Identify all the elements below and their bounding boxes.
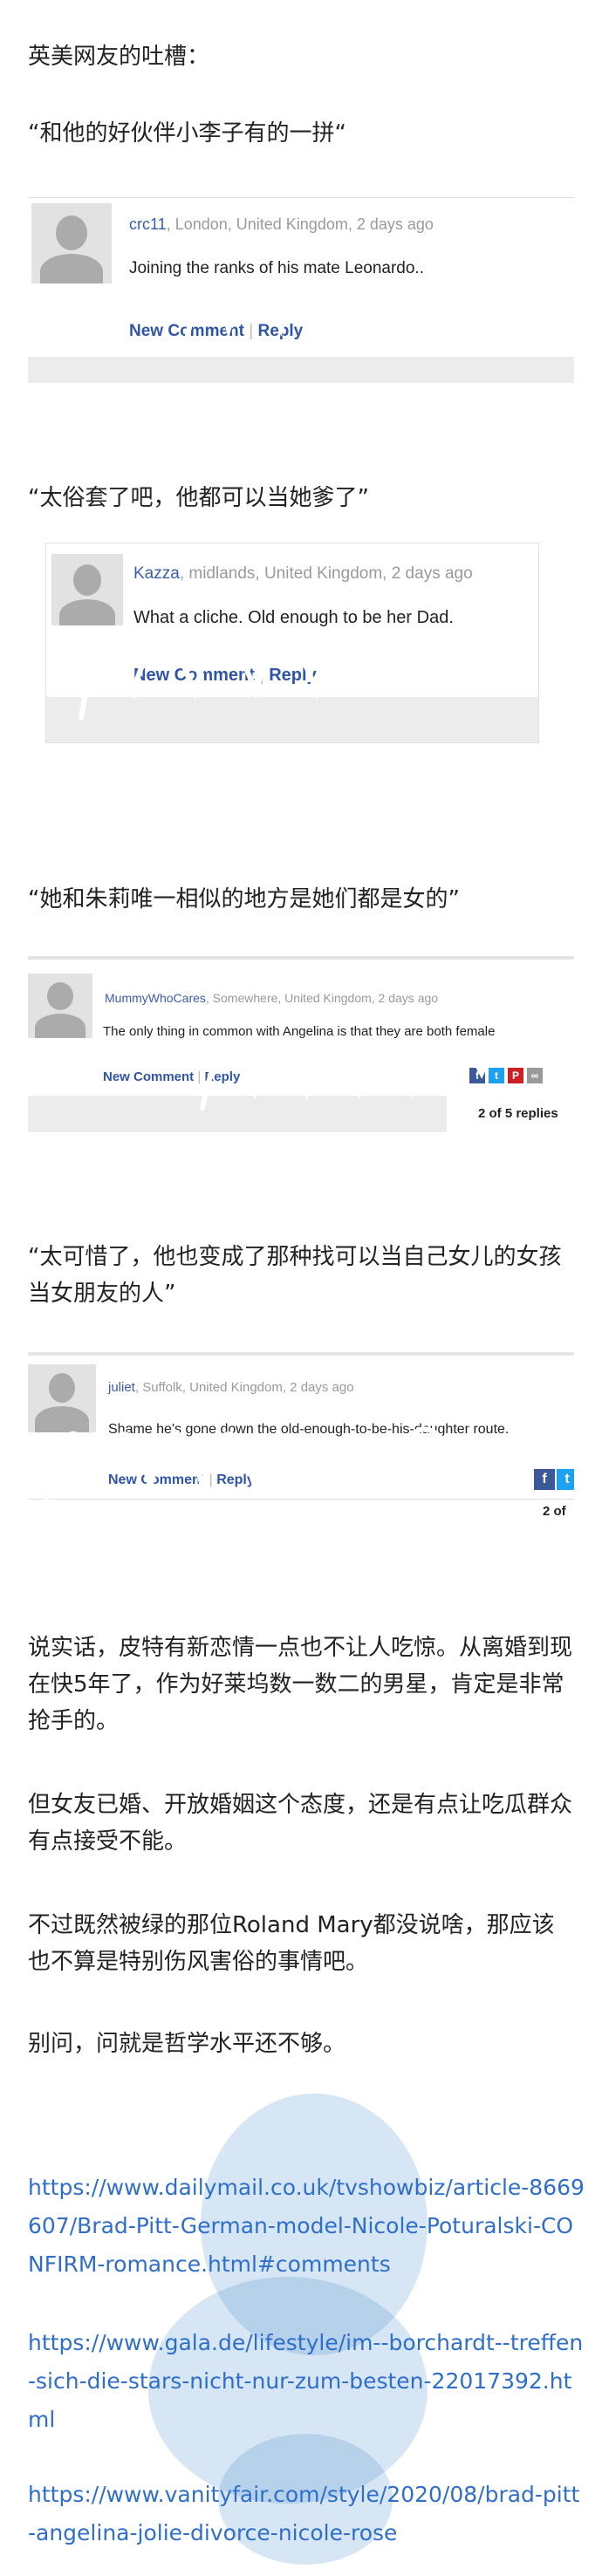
comment-actions: New Comment | Reply — [103, 1069, 241, 1084]
comment-location-time: , Suffolk, United Kingdom, 2 days ago — [134, 1380, 354, 1395]
comment-meta: crc11, London, United Kingdom, 2 days ag… — [129, 215, 434, 234]
source-link-2[interactable]: https://www.gala.de/lifestyle/im--borcha… — [28, 2324, 586, 2439]
facebook-icon[interactable]: f — [534, 1469, 555, 1490]
paragraph-3: 不过既然被绿的那位Roland Mary都没说啥，那应该也不算是特别伤风害俗的事… — [28, 1912, 555, 1975]
comment-location-time: , London, United Kingdom, 2 days ago — [166, 215, 434, 233]
pinterest-icon[interactable]: P — [508, 1068, 523, 1083]
comment-actions: New Comment | Reply — [129, 322, 304, 340]
paragraph-2: 但女友已婚、开放婚姻这个态度，还是有点让吃瓜群众有点接受不能。 — [28, 1792, 573, 1855]
reply-link[interactable]: Reply — [269, 666, 316, 685]
new-comment-link[interactable]: New Comment — [133, 666, 255, 685]
paragraph-4: 别问，问就是哲学水平还不够。 — [28, 2031, 346, 2057]
intro-text: 英美网友的吐槽： — [28, 44, 210, 70]
twitter-icon[interactable]: t — [557, 1469, 574, 1490]
new-comment-link[interactable]: New Comment — [108, 1472, 205, 1487]
comment-text: Shame he's gone down the old-enough-to-b… — [108, 1422, 510, 1437]
quote-3: “她和朱莉唯一相似的地方是她们都是女的” — [28, 886, 460, 912]
source-link-1[interactable]: https://www.dailymail.co.uk/tvshowbiz/ar… — [28, 2169, 586, 2284]
reply-link[interactable]: Reply — [204, 1069, 240, 1084]
user-avatar-icon — [31, 203, 112, 284]
comment-username[interactable]: crc11 — [129, 215, 167, 233]
source-link-3[interactable]: https://www.vanityfair.com/style/2020/08… — [28, 2476, 586, 2552]
user-avatar-icon — [51, 554, 123, 625]
new-comment-link[interactable]: New Comment — [103, 1069, 194, 1084]
facebook-icon[interactable]: f — [469, 1068, 485, 1083]
quote-4: “太可惜了，他也变成了那种找可以当自己女儿的女孩当女朋友的人” — [28, 1244, 562, 1307]
new-comment-link[interactable]: New Comment — [129, 322, 244, 340]
comment-actions: New Comment | Reply — [108, 1472, 255, 1487]
paragraph-1: 说实话，皮特有新恋情一点也不让人吃惊。从离婚到现在快5年了，作为好莱坞数一数二的… — [28, 1635, 573, 1734]
comment-screenshot-2: Kazza, midlands, United Kingdom, 2 days … — [45, 543, 539, 743]
comment-meta: juliet, Suffolk, United Kingdom, 2 days … — [108, 1380, 354, 1395]
comment-location-time: , midlands, United Kingdom, 2 days ago — [179, 564, 473, 583]
replies-count[interactable]: 2 of — [543, 1504, 566, 1519]
link-icon[interactable]: ∞ — [527, 1068, 543, 1083]
comment-text: The only thing in common with Angelina i… — [103, 1024, 496, 1039]
replies-count[interactable]: 2 of 5 replies — [478, 1106, 558, 1121]
comment-screenshot-4: juliet, Suffolk, United Kingdom, 2 days … — [28, 1352, 574, 1523]
reply-link[interactable]: Reply — [216, 1472, 255, 1487]
comment-actions: New Comment | Reply — [133, 666, 317, 685]
user-avatar-icon — [28, 974, 92, 1038]
comment-username[interactable]: MummyWhoCares — [105, 991, 206, 1005]
comment-username[interactable]: juliet — [108, 1380, 135, 1395]
user-avatar-icon — [28, 1364, 96, 1432]
comment-text: What a cliche. Old enough to be her Dad. — [133, 608, 454, 627]
comment-meta: Kazza, midlands, United Kingdom, 2 days … — [133, 564, 473, 584]
quote-2: “太俗套了吧，他都可以当她爹了” — [28, 485, 369, 511]
comment-meta: MummyWhoCares, Somewhere, United Kingdom… — [105, 991, 438, 1005]
twitter-icon[interactable]: t — [489, 1068, 504, 1083]
comment-screenshot-1: crc11, London, United Kingdom, 2 days ag… — [28, 197, 574, 383]
comment-location-time: , Somewhere, United Kingdom, 2 days ago — [205, 991, 439, 1005]
reply-link[interactable]: Reply — [257, 322, 303, 340]
quote-1: “和他的好伙伴小李子有的一拼“ — [28, 120, 346, 147]
comment-username[interactable]: Kazza — [133, 564, 180, 583]
comment-text: Joining the ranks of his mate Leonardo.. — [129, 259, 424, 277]
comment-screenshot-3: MummyWhoCares, Somewhere, United Kingdom… — [28, 956, 574, 1132]
